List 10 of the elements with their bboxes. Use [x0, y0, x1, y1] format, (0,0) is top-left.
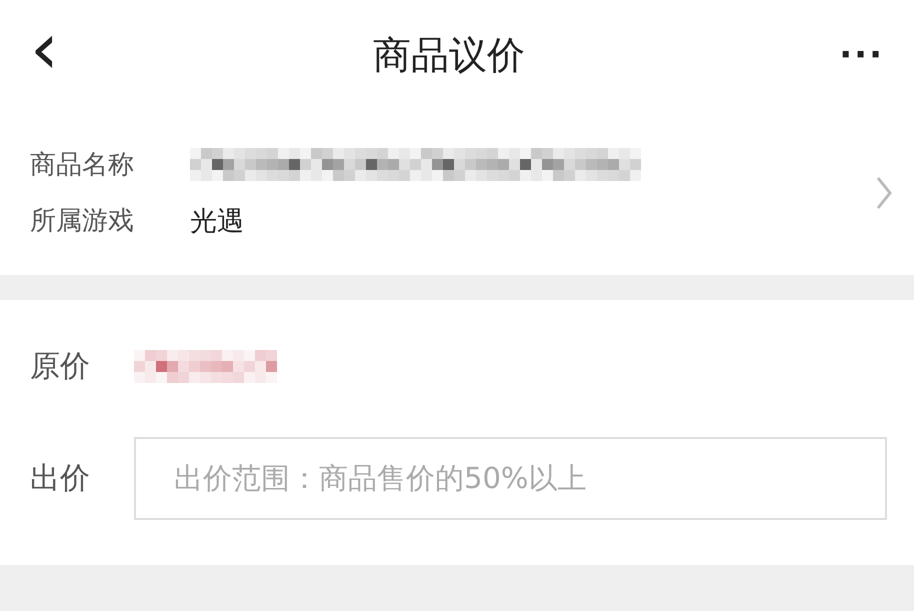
page-title: 商品议价 [373, 32, 526, 78]
field-label: 商品名称 [30, 149, 134, 182]
offer-input[interactable]: 出价范围：商品售价的50%以上 [134, 436, 887, 520]
back-button[interactable]: ‹ [30, 12, 59, 84]
game-name: 光遇 [190, 204, 244, 238]
field-label: 所属游戏 [30, 205, 134, 238]
field-label: 出价 [30, 460, 90, 498]
field-label: 原价 [30, 348, 90, 386]
more-button[interactable]: ··· [839, 35, 884, 75]
chevron-right-icon [876, 176, 892, 210]
